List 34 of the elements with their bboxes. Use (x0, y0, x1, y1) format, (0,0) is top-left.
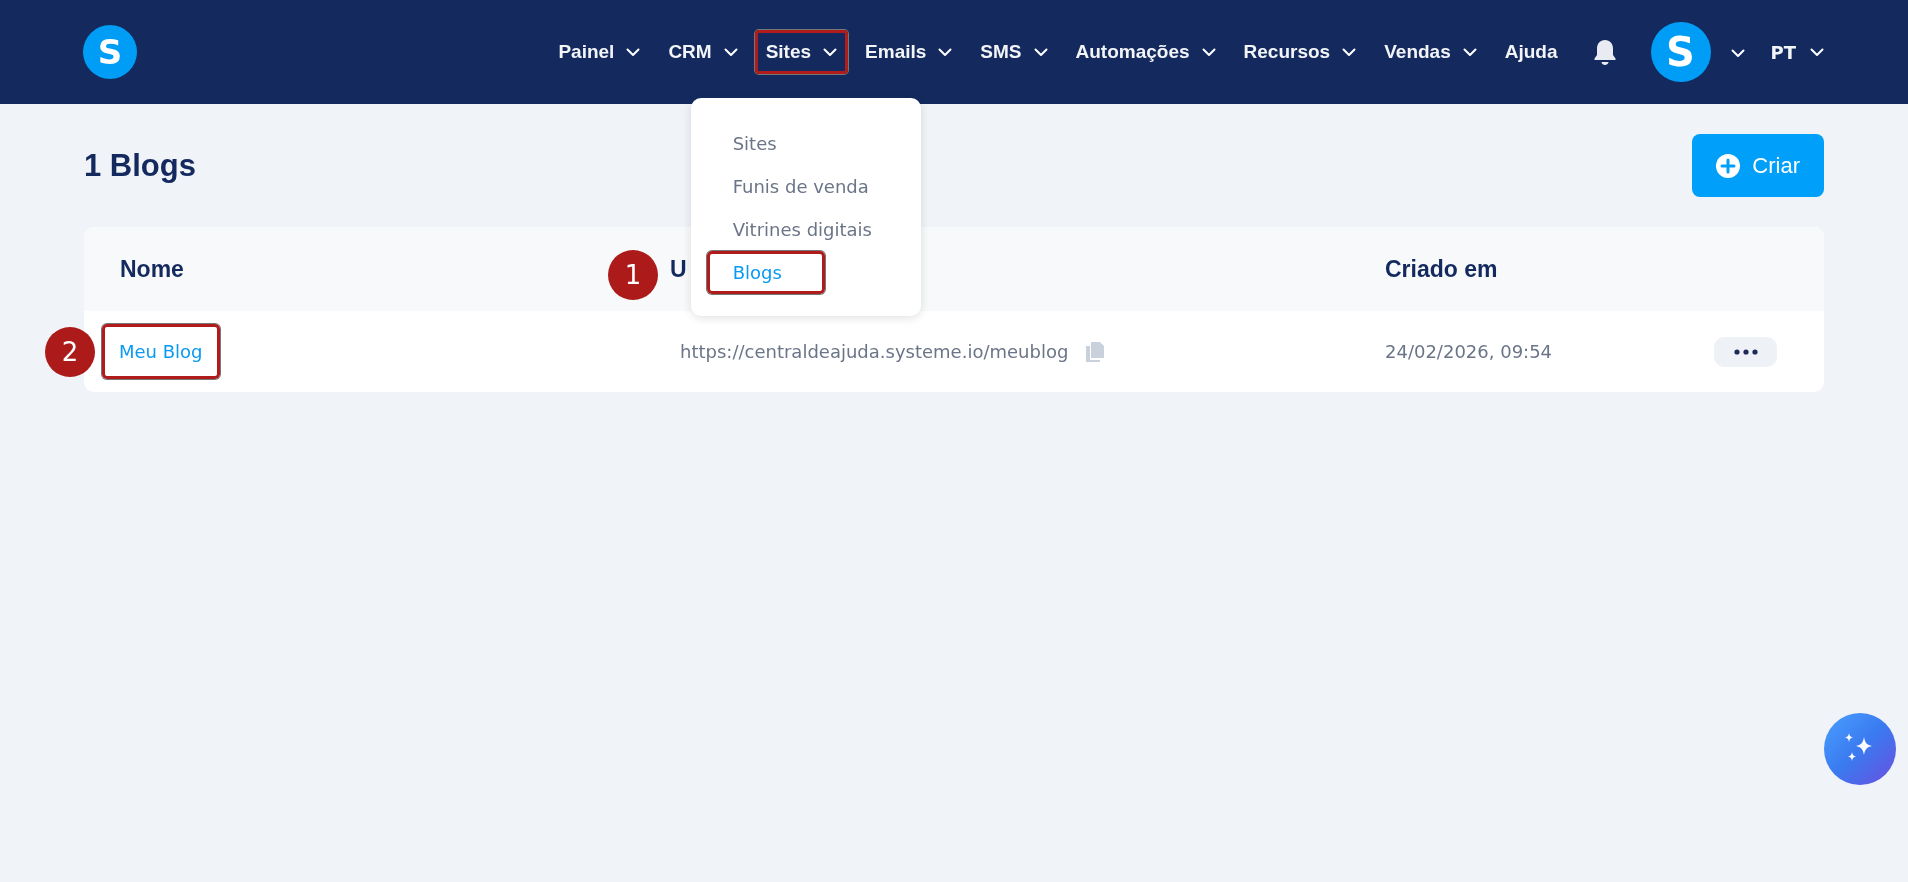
nav-item[interactable]: Vendas (1373, 30, 1488, 74)
nav-item[interactable]: SMS (969, 30, 1059, 74)
chevron-down-icon (938, 47, 953, 57)
column-header: Criado em (1385, 255, 1498, 282)
nav-item[interactable]: Painel (547, 30, 652, 74)
chevron-down-icon (1810, 47, 1824, 57)
column-header: U (670, 255, 687, 282)
chevron-down-icon (1201, 47, 1216, 57)
page-title: 1 Blogs (84, 147, 196, 184)
table-cell: 24/02/2026, 09:54 (1385, 341, 1553, 362)
chevron-down-icon (626, 47, 641, 57)
step-badge: 2 (45, 327, 95, 377)
menu-item[interactable]: Funis de venda (706, 165, 872, 208)
nav-item[interactable]: Sites (754, 30, 849, 74)
menu-item[interactable]: Sites (706, 122, 825, 165)
chevron-down-icon (723, 47, 738, 57)
chevron-down-icon (1033, 47, 1048, 57)
table-cell: https://centraldeajuda.systeme.io/meublog (680, 341, 1069, 362)
plus-circle-icon (1716, 153, 1741, 178)
language-selector[interactable]: PT (1770, 41, 1824, 63)
chevron-down-icon (823, 47, 838, 57)
column-header: Nome (120, 255, 184, 282)
chevron-down-icon (1462, 47, 1477, 57)
nav-item[interactable]: Automações (1064, 30, 1227, 74)
nav-item[interactable]: Emails (854, 30, 964, 74)
chevron-down-icon (1342, 47, 1357, 57)
chevron-down-icon (1730, 48, 1745, 58)
nav-item[interactable]: CRM (657, 30, 749, 74)
menu-item[interactable]: Vitrines digitais (706, 208, 875, 251)
ellipsis-icon (1733, 348, 1758, 355)
nav-item[interactable]: Recursos (1232, 30, 1368, 74)
bell-icon[interactable] (1592, 38, 1617, 66)
nav-item[interactable]: Ajuda (1493, 30, 1569, 74)
more-button[interactable] (1714, 336, 1777, 367)
